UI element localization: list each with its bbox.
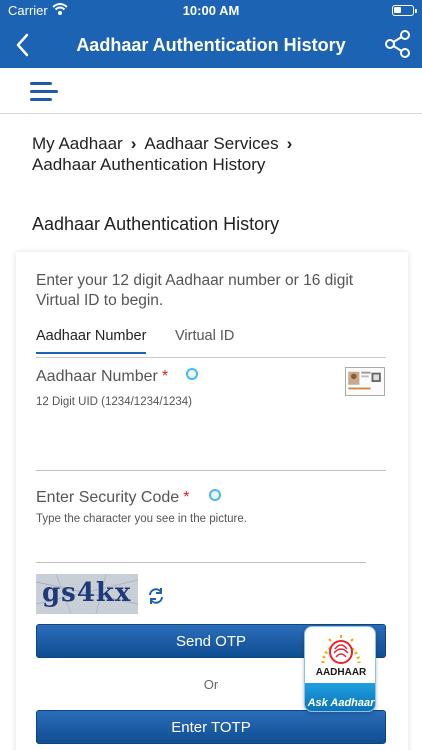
security-code-label: Enter Security Code *	[36, 489, 189, 507]
security-code-label-text: Enter Security Code	[36, 489, 180, 506]
security-code-hint: Type the character you see in the pictur…	[36, 513, 247, 525]
aadhaar-number-underline	[36, 470, 386, 471]
ask-aadhaar-chatbot-button[interactable]: AADHAAR Ask Aadhaar	[304, 626, 376, 714]
security-code-input[interactable]	[36, 530, 366, 560]
breadcrumb-separator: ›	[130, 134, 137, 153]
share-icon[interactable]	[384, 29, 412, 59]
required-asterisk: *	[161, 368, 169, 385]
ask-aadhaar-label: Ask Aadhaar	[307, 697, 375, 709]
ask-aadhaar-bubble: AADHAAR Ask Aadhaar	[304, 626, 376, 712]
battery-icon	[392, 5, 417, 16]
captcha-text: gs4kx	[42, 578, 132, 608]
form-intro-text: Enter your 12 digit Aadhaar number or 16…	[36, 272, 354, 309]
breadcrumb: My Aadhaar › Aadhaar Services › Aadhaar Auth…	[32, 133, 402, 175]
status-bar: Carrier 10:00 AM	[0, 0, 422, 22]
tab-virtual-id[interactable]: Virtual ID	[175, 328, 234, 350]
captcha-image: gs4kx	[36, 574, 138, 614]
navigation-bar: Aadhaar Authentication History	[0, 22, 422, 68]
nav-title: Aadhaar Authentication History	[76, 35, 346, 55]
breadcrumb-item-aadhaar-services[interactable]: Aadhaar Services	[144, 134, 278, 153]
clock: 10:00 AM	[182, 3, 240, 18]
menu-bar	[0, 68, 422, 114]
info-icon[interactable]	[209, 489, 221, 501]
id-type-tabs: Aadhaar Number Virtual ID	[36, 328, 386, 358]
aadhaar-card-icon	[345, 367, 385, 396]
aadhaar-logo-icon	[321, 635, 361, 664]
breadcrumb-item-my-aadhaar[interactable]: My Aadhaar	[32, 134, 123, 153]
aadhaar-number-label: Aadhaar Number *	[36, 368, 168, 386]
aadhaar-number-input[interactable]	[36, 418, 386, 466]
breadcrumb-item-current: Aadhaar Authentication History	[32, 155, 266, 174]
required-asterisk: *	[183, 489, 190, 506]
aadhaar-number-label-text: Aadhaar Number	[36, 368, 158, 385]
refresh-captcha-icon[interactable]	[146, 586, 166, 606]
page-title: Aadhaar Authentication History	[32, 214, 280, 234]
breadcrumb-separator: ›	[286, 134, 293, 153]
ask-aadhaar-brand: AADHAAR	[315, 667, 367, 678]
aadhaar-number-hint: 12 Digit UID (1234/1234/1234)	[36, 396, 192, 408]
enter-totp-button[interactable]: Enter TOTP	[36, 710, 386, 744]
hamburger-menu-icon[interactable]	[30, 82, 60, 102]
tab-aadhaar-number[interactable]: Aadhaar Number	[36, 328, 147, 354]
info-icon[interactable]	[186, 368, 198, 380]
security-code-underline	[36, 562, 366, 563]
